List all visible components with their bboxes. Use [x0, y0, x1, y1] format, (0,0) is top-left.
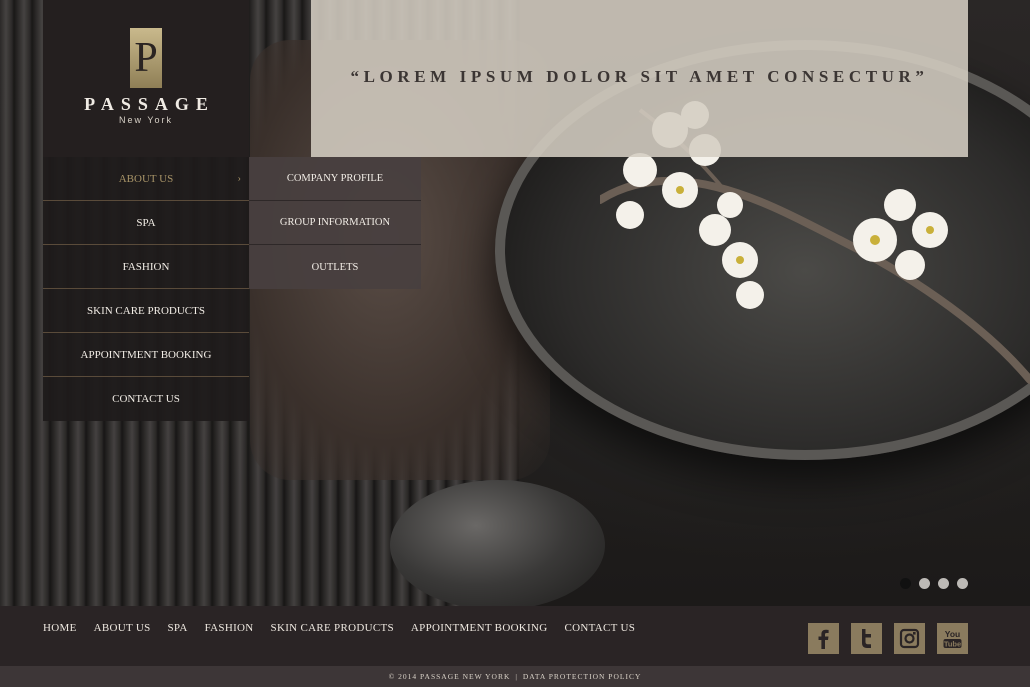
banner-quote: “LOREM IPSUM DOLOR SIT AMET CONSECTUR” — [350, 66, 929, 86]
nav-item-label: FASHION — [122, 260, 170, 273]
slider-dot-4[interactable] — [957, 578, 968, 589]
social-links: You Tube — [808, 623, 968, 654]
copyright-text: © 2014 PASSAGE NEW YORK — [388, 672, 511, 681]
submenu-item-group-information[interactable]: GROUP INFORMATION — [249, 201, 421, 245]
nav-item-label: SKIN CARE PRODUCTS — [87, 304, 205, 317]
svg-text:Tube: Tube — [944, 639, 961, 648]
nav-item-label: APPOINTMENT BOOKING — [80, 348, 212, 361]
spa-stone — [390, 480, 605, 606]
nav-item-spa[interactable]: SPA — [43, 201, 249, 245]
submenu-item-company-profile[interactable]: COMPANY PROFILE — [249, 157, 421, 201]
copyright-bar: © 2014 PASSAGE NEW YORK | DATA PROTECTIO… — [0, 666, 1030, 687]
youtube-icon[interactable]: You Tube — [937, 623, 968, 654]
nav-item-label: CONTACT US — [112, 393, 180, 405]
slider-dot-2[interactable] — [919, 578, 930, 589]
logo-mark: P — [130, 28, 162, 88]
footer-link-spa[interactable]: SPA — [168, 622, 188, 634]
footer-link-about-us[interactable]: ABOUT US — [94, 622, 151, 634]
logo-name: PASSAGE — [84, 94, 215, 114]
slider-dot-1[interactable] — [900, 578, 911, 589]
about-us-submenu: COMPANY PROFILE GROUP INFORMATION OUTLET… — [249, 157, 421, 289]
main-nav: ABOUT US › SPA FASHION SKIN CARE PRODUCT… — [43, 157, 249, 421]
data-protection-policy-link[interactable]: DATA PROTECTION POLICY — [523, 672, 642, 681]
instagram-icon[interactable] — [894, 623, 925, 654]
footer-link-appointment-booking[interactable]: APPOINTMENT BOOKING — [411, 622, 548, 634]
facebook-icon[interactable] — [808, 623, 839, 654]
submenu-item-outlets[interactable]: OUTLETS — [249, 245, 421, 289]
footer-link-home[interactable]: HOME — [43, 622, 77, 634]
footer-link-fashion[interactable]: FASHION — [205, 622, 254, 634]
nav-item-label: ABOUT US — [118, 172, 174, 185]
separator: | — [515, 672, 518, 681]
nav-item-appointment-booking[interactable]: APPOINTMENT BOOKING — [43, 333, 249, 377]
twitter-icon[interactable] — [851, 623, 882, 654]
footer-link-skin-care-products[interactable]: SKIN CARE PRODUCTS — [271, 622, 394, 634]
nav-item-contact-us[interactable]: CONTACT US — [43, 377, 249, 421]
logo-city: New York — [118, 115, 174, 125]
svg-text:You: You — [945, 629, 960, 639]
chevron-right-icon: › — [237, 173, 241, 184]
logo[interactable]: P PASSAGE New York — [43, 0, 249, 157]
nav-item-fashion[interactable]: FASHION — [43, 245, 249, 289]
nav-item-about-us[interactable]: ABOUT US › — [43, 157, 249, 201]
footer: HOME ABOUT US SPA FASHION SKIN CARE PROD… — [0, 606, 1030, 666]
slider-dots — [900, 578, 968, 589]
nav-item-label: SPA — [136, 216, 156, 229]
hero-banner: “LOREM IPSUM DOLOR SIT AMET CONSECTUR” — [311, 0, 968, 157]
footer-link-contact-us[interactable]: CONTACT US — [565, 622, 636, 634]
nav-item-skin-care-products[interactable]: SKIN CARE PRODUCTS — [43, 289, 249, 333]
footer-nav: HOME ABOUT US SPA FASHION SKIN CARE PROD… — [43, 622, 635, 634]
slider-dot-3[interactable] — [938, 578, 949, 589]
